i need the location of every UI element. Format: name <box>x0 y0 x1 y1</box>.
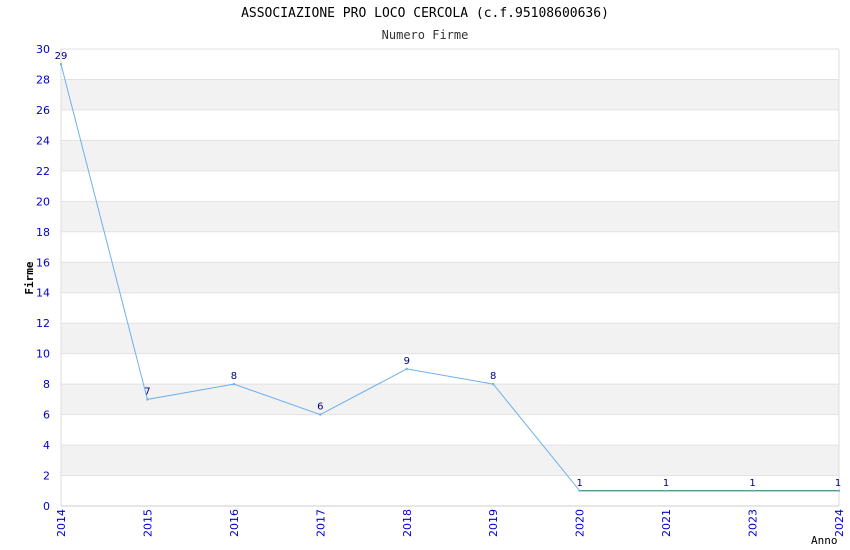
y-tick-label: 18 <box>36 226 50 239</box>
data-label: 1 <box>663 478 669 489</box>
y-tick-label: 28 <box>36 73 50 86</box>
data-label: 1 <box>749 478 755 489</box>
x-tick-label: 2018 <box>401 509 414 537</box>
data-point <box>837 489 841 492</box>
grid-band <box>61 79 839 110</box>
plot-grid <box>60 48 840 507</box>
data-label: 9 <box>404 356 410 367</box>
x-tick-label: 2023 <box>747 509 760 537</box>
plot-area: Firme Anno 02468101214161820222426283020… <box>23 43 846 547</box>
y-tick-label: 20 <box>36 195 50 208</box>
grid-band <box>61 384 839 415</box>
data-point <box>578 489 581 492</box>
x-tick-label: 2017 <box>314 509 327 537</box>
y-tick-label: 12 <box>36 317 50 330</box>
data-point <box>751 489 754 492</box>
x-tick-label: 2021 <box>660 509 673 537</box>
grid-band <box>61 262 839 293</box>
data-label: 1 <box>835 478 841 489</box>
data-label: 29 <box>55 51 68 62</box>
grid-band <box>61 201 839 232</box>
y-tick-label: 22 <box>36 165 50 178</box>
chart: ASSOCIAZIONE PRO LOCO CERCOLA (c.f.95108… <box>0 0 850 550</box>
data-point <box>146 398 149 401</box>
y-tick-label: 6 <box>43 409 50 422</box>
data-point <box>59 63 63 66</box>
y-axis-label: Firme <box>23 261 36 294</box>
data-label: 8 <box>490 371 496 382</box>
data-label: 6 <box>317 402 323 413</box>
data-label: 7 <box>144 386 150 397</box>
y-tick-label: 4 <box>43 439 50 452</box>
x-tick-label: 2014 <box>55 509 68 537</box>
y-tick-label: 30 <box>36 43 50 56</box>
grid-band <box>61 323 839 354</box>
y-tick-label: 0 <box>43 500 50 513</box>
data-point <box>664 489 668 492</box>
grid-band <box>61 140 839 171</box>
data-point <box>492 382 495 386</box>
data-label: 8 <box>231 371 237 382</box>
y-tick-label: 10 <box>36 348 50 361</box>
y-tick-label: 2 <box>43 470 50 483</box>
x-tick-label: 2016 <box>228 509 241 537</box>
y-tick-label: 8 <box>43 378 50 391</box>
data-point <box>232 382 236 386</box>
y-tick-label: 14 <box>36 287 50 300</box>
x-tick-label: 2020 <box>574 509 587 537</box>
data-point <box>405 367 408 371</box>
grid-band <box>61 445 839 476</box>
data-label: 1 <box>576 478 582 489</box>
y-tick-label: 24 <box>36 134 50 147</box>
y-tick-label: 26 <box>36 104 50 117</box>
y-tick-label: 16 <box>36 256 50 269</box>
x-tick-label: 2015 <box>141 509 154 537</box>
data-point <box>319 413 322 416</box>
x-tick-label: 2024 <box>833 509 846 537</box>
x-tick-label: 2019 <box>487 509 500 537</box>
